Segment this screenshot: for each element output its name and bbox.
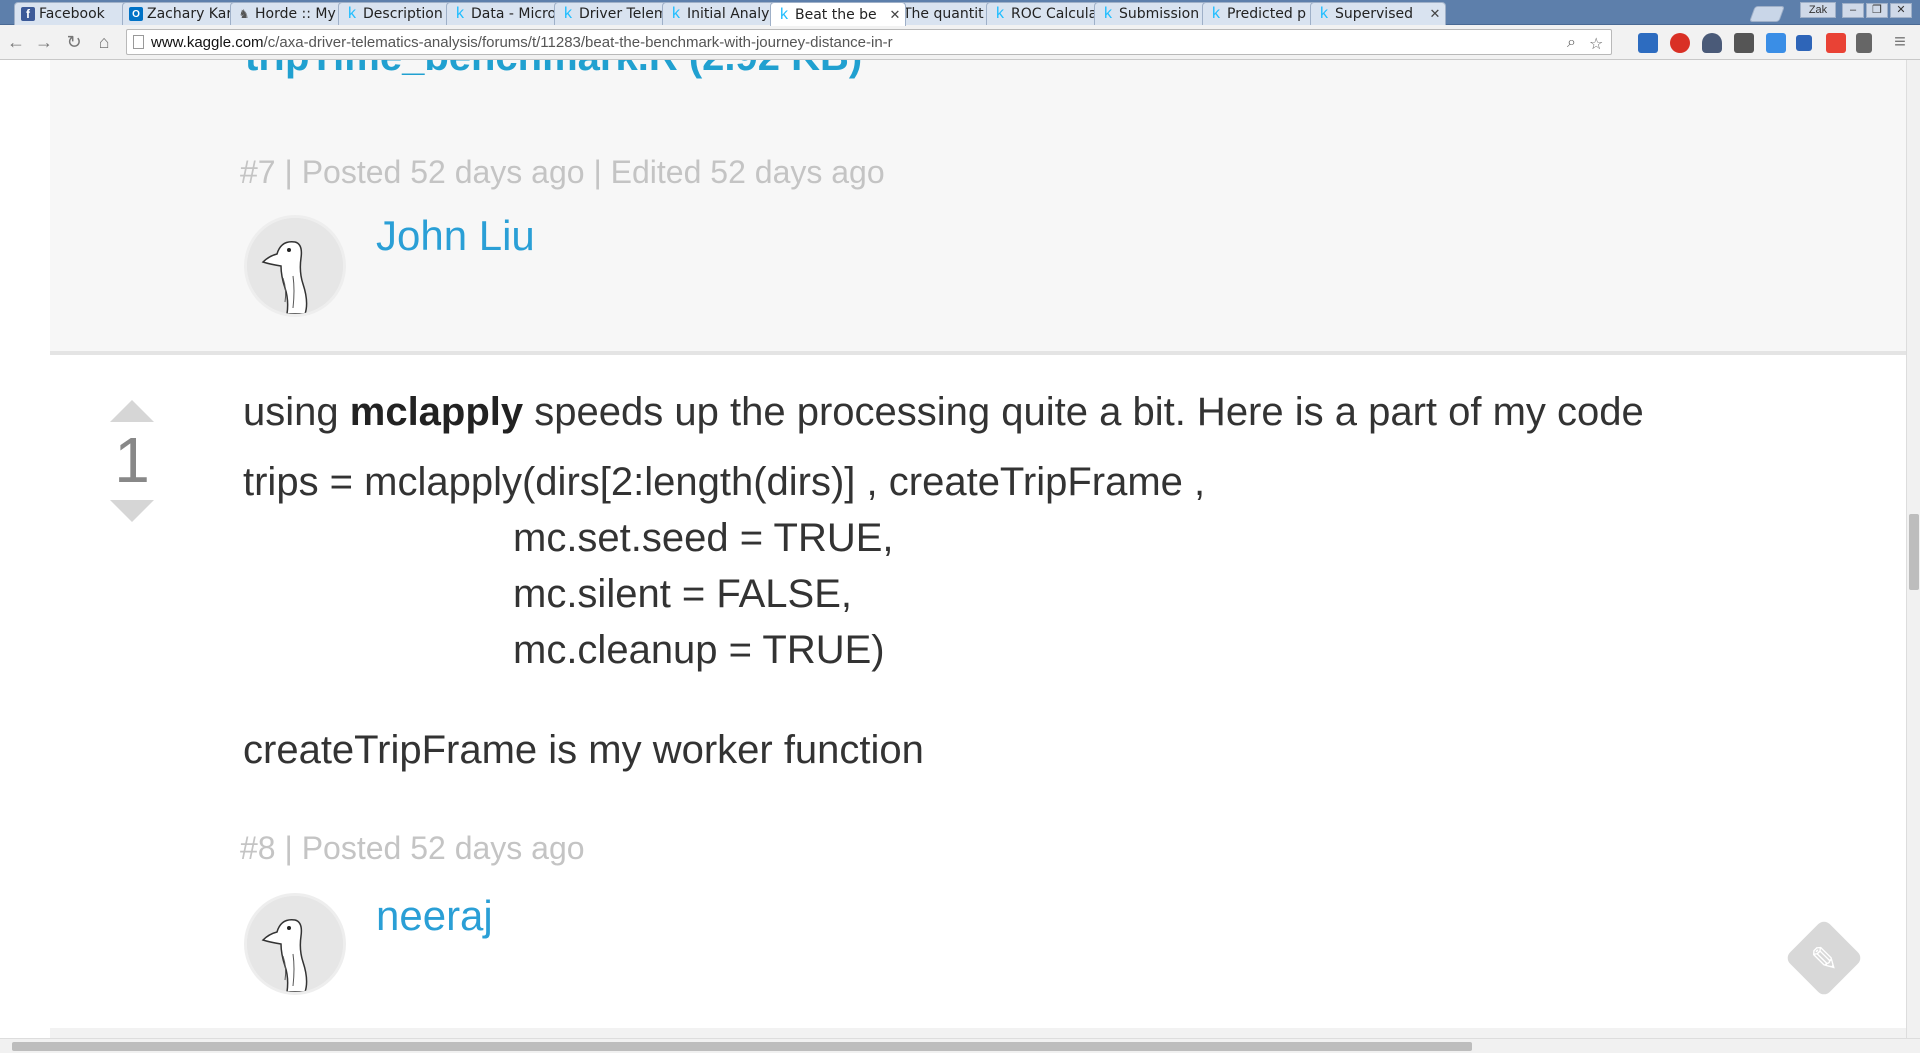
forum-page: tripTime_benchmark.R (2.92 KB) #7 | Post… xyxy=(0,60,1906,1038)
tab-title: The quantit xyxy=(903,6,984,22)
vertical-scrollbar[interactable] xyxy=(1906,60,1920,1038)
windows-icon[interactable] xyxy=(1796,35,1812,51)
tab-title: Submission xyxy=(1119,6,1200,22)
bookmark-star-icon[interactable]: ☆ xyxy=(1589,34,1603,54)
post-meta: #8 | Posted 52 days ago xyxy=(240,830,585,866)
code-line: mc.silent = FALSE, xyxy=(513,572,853,616)
tab-title: Beat the be xyxy=(795,6,877,23)
post-divider xyxy=(50,351,1906,355)
kaggle-icon: k xyxy=(564,5,572,22)
kaggle-icon: k xyxy=(780,5,788,23)
close-tab-icon[interactable]: ✕ xyxy=(889,7,901,23)
author-name[interactable]: neeraj xyxy=(376,892,493,940)
facebook-icon: f xyxy=(21,7,35,21)
vote-count: 1 xyxy=(114,424,150,496)
code-line: mc.set.seed = TRUE, xyxy=(513,516,894,560)
horizontal-scroll-thumb[interactable] xyxy=(12,1042,1472,1051)
feedback-pencil-icon: ✎ xyxy=(1810,941,1839,979)
minimize-button[interactable]: – xyxy=(1842,3,1864,18)
tab-title: Facebook xyxy=(39,6,105,22)
goose-avatar-icon xyxy=(247,218,343,314)
avatar[interactable] xyxy=(244,215,346,317)
back-icon[interactable]: ← xyxy=(4,29,28,55)
text-span: using xyxy=(243,390,350,434)
goose-avatar-icon xyxy=(247,896,343,992)
downvote-arrow-icon[interactable] xyxy=(110,500,154,522)
tab-beat-the-benchmark[interactable]: k Beat the be ✕ xyxy=(770,2,906,26)
author-name[interactable]: John Liu xyxy=(376,212,535,260)
reload-icon[interactable]: ↻ xyxy=(62,29,86,55)
kaggle-icon: k xyxy=(996,5,1004,22)
extension-icon[interactable] xyxy=(1638,33,1658,53)
tab-title: Supervised xyxy=(1335,6,1413,22)
post-meta: #7 | Posted 52 days ago | Edited 52 days… xyxy=(240,154,885,190)
post-divider xyxy=(50,1028,1906,1038)
cloud-icon[interactable] xyxy=(1702,33,1722,53)
puzzle-icon[interactable] xyxy=(1856,33,1872,53)
close-window-button[interactable]: ✕ xyxy=(1890,3,1912,18)
new-tab-button[interactable] xyxy=(1749,6,1785,22)
tab-title: Zachary Kar xyxy=(147,6,233,22)
home-icon[interactable]: ⌂ xyxy=(92,29,116,55)
tab-title: Driver Telem xyxy=(579,6,668,22)
avatar[interactable] xyxy=(244,893,346,995)
kaggle-icon: k xyxy=(1212,5,1220,22)
code-line: mc.cleanup = TRUE) xyxy=(513,628,885,672)
zoom-icon[interactable]: ⌕ xyxy=(1567,34,1576,52)
kaggle-icon: k xyxy=(348,5,356,22)
profile-button[interactable]: Zak xyxy=(1800,2,1836,18)
close-tab-icon[interactable]: ✕ xyxy=(1429,6,1441,22)
post-paragraph: createTripFrame is my worker function xyxy=(243,728,924,772)
browser-tab-strip: f Facebook ✕ O Zachary Kar ✕ ♞ Horde :: … xyxy=(0,0,1920,26)
restore-button[interactable]: ❐ xyxy=(1866,3,1888,18)
attachment-link[interactable]: tripTime_benchmark.R (2.92 KB) xyxy=(245,60,862,80)
tab-title: ROC Calcula xyxy=(1011,6,1098,22)
kaggle-icon: k xyxy=(456,5,464,22)
address-bar[interactable]: www.kaggle.com/c/axa-driver-telematics-a… xyxy=(126,29,1612,55)
adblock-icon[interactable] xyxy=(1670,33,1690,53)
tab-title: Description xyxy=(363,6,443,22)
bold-text: mclapply xyxy=(349,390,524,434)
url-text[interactable]: www.kaggle.com/c/axa-driver-telematics-a… xyxy=(151,34,893,51)
browser-toolbar: ← → ↻ ⌂ www.kaggle.com/c/axa-driver-tele… xyxy=(0,25,1920,60)
url-host: www.kaggle.com xyxy=(151,34,264,51)
tab-supervised[interactable]: k Supervised ✕ xyxy=(1310,2,1446,25)
chrome-extension-icon[interactable] xyxy=(1826,33,1846,53)
code-line: trips = mclapply(dirs[2:length(dirs)] , … xyxy=(243,460,1206,504)
expand-icon[interactable] xyxy=(1766,33,1786,53)
tab-title: Data - Micro xyxy=(471,6,557,22)
kaggle-icon: k xyxy=(1104,5,1112,22)
tab-title: Initial Analy xyxy=(687,6,770,22)
menu-icon[interactable]: ≡ xyxy=(1888,29,1912,55)
tab-title: Horde :: My xyxy=(255,6,336,22)
kaggle-icon: k xyxy=(1320,5,1328,22)
page-icon xyxy=(133,35,144,49)
kaggle-icon: k xyxy=(672,5,680,22)
outlook-icon: O xyxy=(129,7,143,21)
pocket-icon[interactable] xyxy=(1734,33,1754,53)
text-span: speeds up the processing quite a bit. He… xyxy=(523,390,1644,434)
horde-icon: ♞ xyxy=(238,7,250,21)
post-paragraph: using mclapply speeds up the processing … xyxy=(243,390,1644,435)
tab-title: Predicted p xyxy=(1227,6,1307,22)
previous-post xyxy=(50,60,1906,351)
forward-icon[interactable]: → xyxy=(32,29,56,55)
horizontal-scrollbar[interactable] xyxy=(0,1038,1920,1053)
vertical-scroll-thumb[interactable] xyxy=(1909,514,1919,590)
url-path: /c/axa-driver-telematics-analysis/forums… xyxy=(263,34,893,51)
upvote-arrow-icon[interactable] xyxy=(110,400,154,422)
